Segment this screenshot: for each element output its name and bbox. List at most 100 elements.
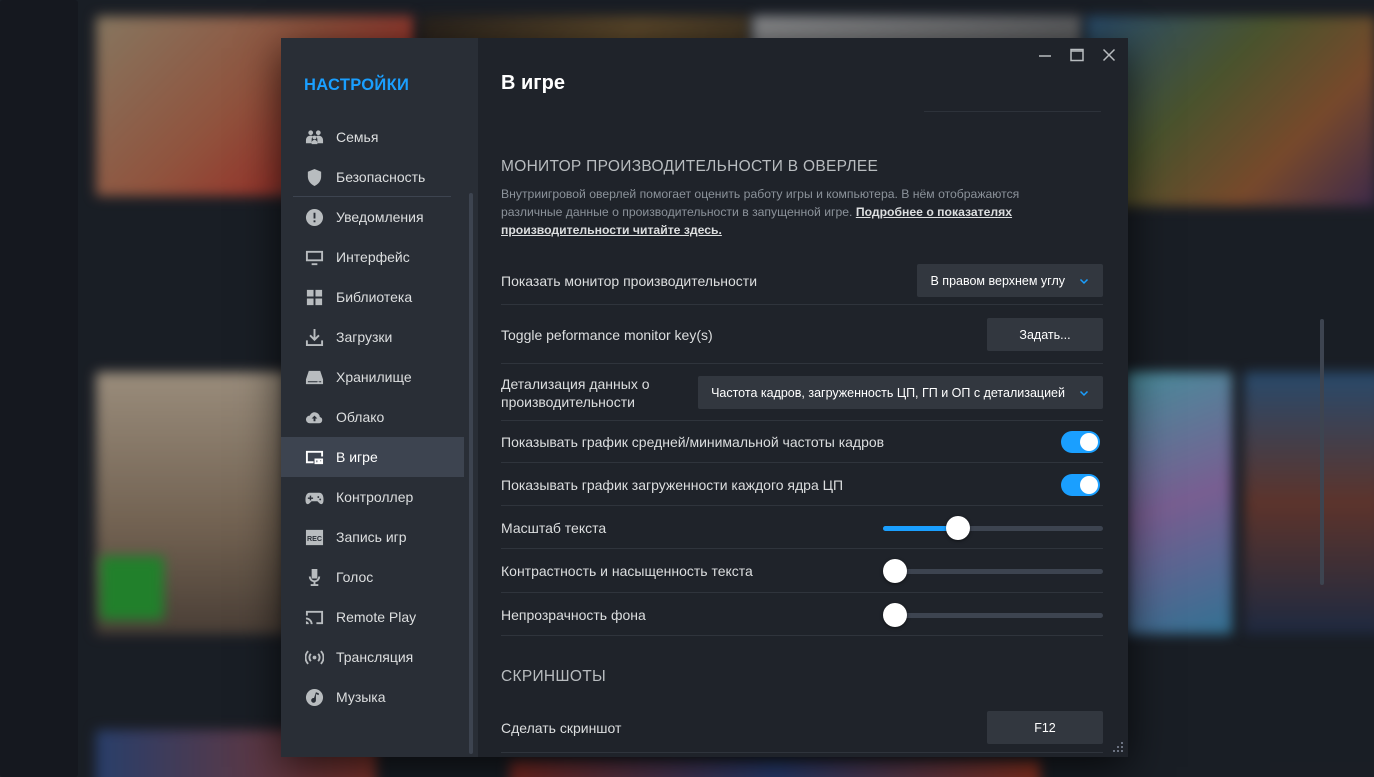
in-game-icon [304, 447, 324, 467]
sidebar-item-voice[interactable]: Голос [281, 557, 464, 597]
section-description: Внутриигровой оверлей помогает оценить р… [501, 185, 1081, 239]
sidebar-item-label: Контроллер [336, 489, 414, 505]
minimize-button[interactable] [1032, 46, 1058, 64]
detail-level-dropdown[interactable]: Частота кадров, загруженность ЦП, ГП и О… [698, 376, 1103, 409]
close-icon [1102, 48, 1116, 62]
setting-label: Контрастность и насыщенность текста [501, 563, 753, 579]
setting-label: Показать монитор производительности [501, 272, 758, 289]
setting-row-cpu-graph: Показывать график загруженности каждого … [501, 464, 1103, 506]
broadcast-icon [304, 647, 324, 667]
close-button[interactable] [1096, 46, 1122, 64]
setting-row-show-monitor: Показать монитор производительности В пр… [501, 257, 1103, 305]
cpu-graph-toggle[interactable] [1061, 473, 1100, 496]
sidebar-item-game-recording[interactable]: REC Запись игр [281, 517, 464, 557]
monitor-icon [304, 247, 324, 267]
svg-text:REC: REC [306, 534, 321, 542]
dropdown-value: В правом верхнем углу [930, 273, 1065, 288]
window-controls [1032, 46, 1122, 64]
maximize-icon [1070, 48, 1084, 62]
sidebar-item-label: Семья [336, 129, 379, 145]
setting-row-bg-opacity: Непрозрачность фона [501, 594, 1103, 636]
toggle-knob [1080, 475, 1098, 494]
page-title: В игре [501, 72, 565, 94]
cloud-icon [304, 407, 324, 427]
sidebar-item-interface[interactable]: Интерфейс [281, 237, 464, 277]
sidebar-item-label: Безопасность [336, 169, 426, 185]
setting-row-toggle-key: Toggle peformance monitor key(s) Задать.… [501, 306, 1103, 364]
slider-thumb[interactable] [883, 602, 907, 627]
sidebar-item-label: Уведомления [336, 209, 424, 225]
chevron-down-icon [1079, 390, 1089, 396]
sidebar-nav: Семья Безопасность Уведомления Интерфейс… [281, 117, 464, 717]
sidebar-item-controller[interactable]: Контроллер [281, 477, 464, 517]
setting-label: Показывать график средней/минимальной ча… [501, 434, 885, 450]
setting-label: Непрозрачность фона [501, 606, 646, 623]
settings-sidebar: НАСТРОЙКИ Семья Безопасность Уведомления… [281, 38, 478, 757]
setting-label: Сделать скриншот [501, 719, 622, 736]
grid-icon [304, 287, 324, 307]
sidebar-item-downloads[interactable]: Загрузки [281, 317, 464, 357]
sidebar-item-notifications[interactable]: Уведомления [281, 197, 464, 237]
sidebar-item-remote-play[interactable]: Remote Play [281, 597, 464, 637]
sidebar-item-label: Облако [336, 409, 385, 425]
drive-icon [304, 367, 324, 387]
section-heading-screenshots: СКРИНШОТЫ [501, 668, 607, 685]
fps-graph-toggle[interactable] [1061, 431, 1100, 453]
sidebar-title: НАСТРОЙКИ [304, 76, 410, 94]
show-monitor-dropdown[interactable]: В правом верхнем углу [917, 264, 1103, 297]
sidebar-scrollbar[interactable] [469, 193, 473, 754]
rec-icon: REC [304, 527, 324, 547]
sidebar-item-label: Библиотека [336, 289, 413, 305]
shield-icon [304, 167, 324, 187]
sidebar-item-label: Хранилище [336, 369, 412, 385]
sidebar-item-label: В игре [336, 449, 378, 465]
setting-row-text-contrast: Контрастность и насыщенность текста [501, 550, 1103, 593]
set-key-button[interactable]: Задать... [987, 318, 1103, 351]
sidebar-item-in-game[interactable]: В игре [281, 437, 464, 477]
sidebar-item-family[interactable]: Семья [281, 117, 464, 157]
sidebar-item-music[interactable]: Музыка [281, 677, 464, 717]
sidebar-item-security[interactable]: Безопасность [281, 157, 464, 197]
setting-label: Детализация данных о производительности [501, 375, 650, 410]
bg-opacity-slider[interactable] [883, 602, 1103, 627]
settings-dialog: НАСТРОЙКИ Семья Безопасность Уведомления… [281, 38, 1324, 757]
sidebar-item-storage[interactable]: Хранилище [281, 357, 464, 397]
screenshot-key-button[interactable]: F12 [987, 711, 1103, 744]
toggle-knob [1080, 433, 1098, 451]
cast-icon [304, 607, 324, 627]
section-heading-perf-monitor: МОНИТОР ПРОИЗВОДИТЕЛЬНОСТИ В ОВЕРЛЕЕ [501, 158, 879, 175]
sidebar-item-label: Remote Play [336, 609, 417, 625]
text-scale-slider[interactable] [883, 515, 1103, 540]
text-contrast-slider[interactable] [883, 559, 1103, 583]
maximize-button[interactable] [1064, 46, 1090, 64]
resize-grip-icon[interactable] [1112, 741, 1124, 753]
slider-thumb[interactable] [883, 559, 907, 583]
gamepad-icon [304, 487, 324, 507]
setting-label: Toggle peformance monitor key(s) [501, 326, 713, 343]
slider-track [883, 569, 1103, 574]
slider-thumb[interactable] [945, 515, 970, 540]
chevron-down-icon [1079, 278, 1089, 284]
sidebar-item-label: Голос [336, 569, 374, 585]
sidebar-item-cloud[interactable]: Облако [281, 397, 464, 437]
settings-main-panel: В игре МОНИТОР ПРОИЗВОДИТЕЛЬНОСТИ В ОВЕР… [478, 38, 1324, 757]
main-scrollbar[interactable] [1320, 319, 1324, 585]
sidebar-item-label: Загрузки [336, 329, 393, 345]
setting-row-detail-level: Детализация данных о производительности … [501, 365, 1103, 421]
setting-row-screenshot-key: Сделать скриншот F12 [501, 703, 1103, 753]
sidebar-item-library[interactable]: Библиотека [281, 277, 464, 317]
setting-label: Масштаб текста [501, 519, 607, 536]
dropdown-value: Частота кадров, загруженность ЦП, ГП и О… [711, 385, 1065, 400]
setting-row-fps-graph: Показывать график средней/минимальной ча… [501, 422, 1103, 463]
setting-row-text-scale: Масштаб текста [501, 507, 1103, 549]
microphone-icon [304, 567, 324, 587]
music-icon [304, 687, 324, 707]
minimize-icon [1039, 55, 1051, 57]
sidebar-item-label: Музыка [336, 689, 386, 705]
sidebar-item-label: Трансляция [336, 649, 414, 665]
download-icon [304, 327, 324, 347]
sidebar-item-broadcast[interactable]: Трансляция [281, 637, 464, 677]
sidebar-item-label: Запись игр [336, 529, 407, 545]
sidebar-item-label: Интерфейс [336, 249, 410, 265]
family-icon [304, 127, 324, 147]
